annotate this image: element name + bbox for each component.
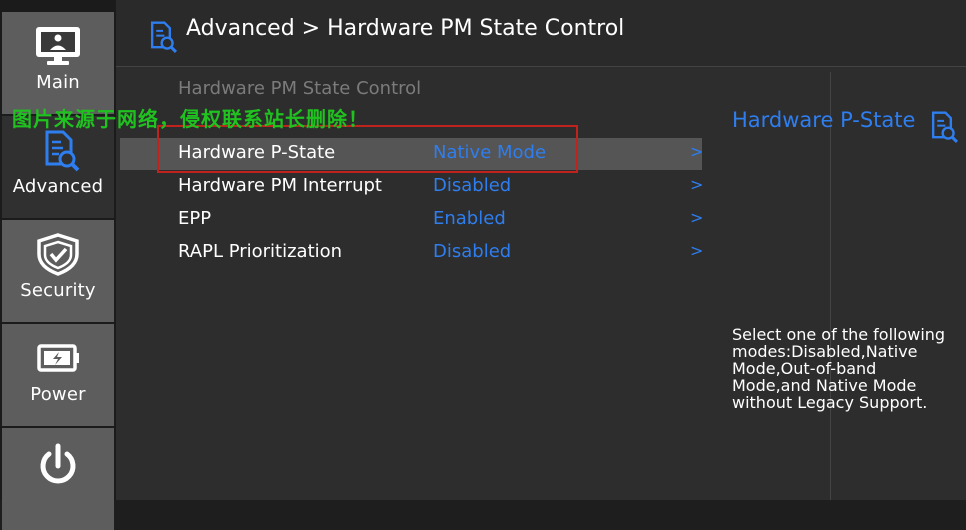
tab-main-label: Main: [36, 72, 80, 93]
advanced-icon: [144, 20, 178, 58]
advanced-icon: [33, 128, 83, 172]
row-label: EPP: [178, 208, 212, 229]
chevron-right-icon: >: [690, 175, 704, 194]
tab-power-label: Power: [30, 384, 86, 405]
watermark: 图片来源于网络，侵权联系站长删除！: [12, 107, 369, 131]
breadcrumb: Advanced > Hardware PM State Control: [186, 16, 625, 41]
header-bar: Advanced > Hardware PM State Control: [116, 0, 966, 67]
row-label: RAPL Prioritization: [178, 241, 343, 262]
row-value: Enabled: [433, 208, 506, 229]
help-description: Select one of the following modes:Disabl…: [732, 325, 946, 412]
chevron-right-icon: >: [690, 208, 704, 227]
help-title: Hardware P-State: [732, 108, 916, 132]
tab-main[interactable]: Main: [2, 12, 114, 114]
chevron-right-icon: >: [690, 142, 704, 161]
menu-row-epp[interactable]: EPP Enabled >: [120, 204, 704, 236]
monitor-icon: [33, 24, 83, 68]
sidebar: Main Advanced Security Power: [0, 0, 116, 530]
row-value: Disabled: [433, 241, 512, 262]
row-value: Disabled: [433, 175, 512, 196]
row-label: Hardware PM Interrupt: [178, 175, 382, 196]
tab-security[interactable]: Security: [2, 220, 114, 322]
menu-row-hardware-pm-interrupt[interactable]: Hardware PM Interrupt Disabled >: [120, 171, 704, 203]
section-title: Hardware PM State Control: [178, 78, 422, 99]
main-panel: Advanced > Hardware PM State Control Har…: [116, 0, 966, 500]
menu-row-hardware-p-state[interactable]: Hardware P-State Native Mode >: [120, 138, 704, 170]
tab-exit[interactable]: [2, 428, 114, 530]
chevron-right-icon: >: [690, 241, 704, 260]
menu-row-rapl-prioritization[interactable]: RAPL Prioritization Disabled >: [120, 237, 704, 269]
row-value: Native Mode: [433, 142, 547, 163]
row-label: Hardware P-State: [178, 142, 336, 163]
tab-advanced-label: Advanced: [12, 176, 104, 197]
battery-icon: [33, 336, 83, 380]
panel-divider: [830, 72, 831, 500]
shield-icon: [33, 232, 83, 276]
tab-power[interactable]: Power: [2, 324, 114, 426]
tab-security-label: Security: [20, 280, 96, 301]
advanced-icon: [925, 110, 959, 148]
power-icon: [33, 440, 83, 490]
